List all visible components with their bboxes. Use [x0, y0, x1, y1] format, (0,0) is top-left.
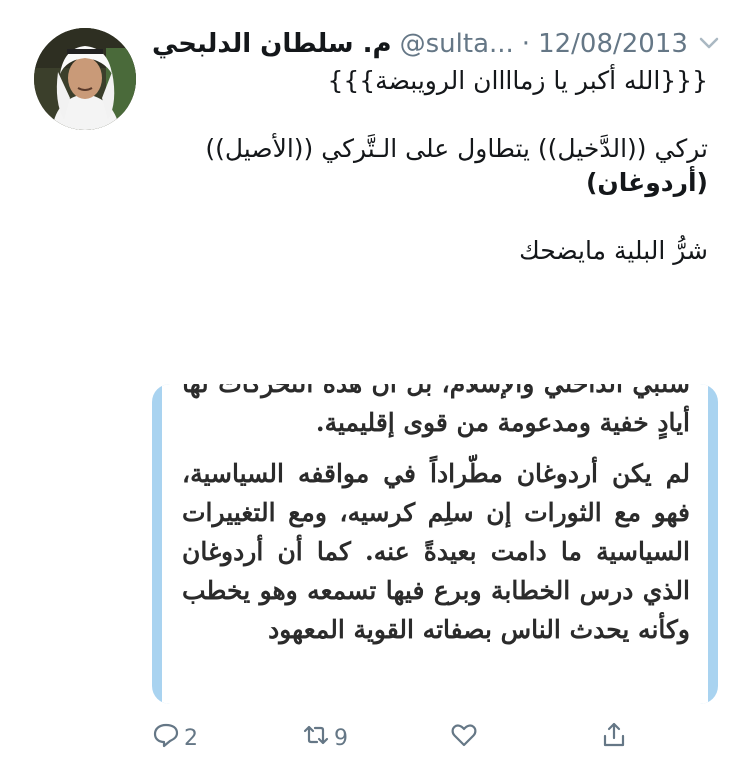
tweet-text-line: شرُّ البلية مايضحك — [519, 236, 708, 265]
tweet-text: {{{الله أكبر يا زماااان الرويبضة}}} تركي… — [148, 64, 708, 268]
tweet-date[interactable]: 12/08/2013 — [538, 29, 688, 59]
author-name[interactable]: م. سلطان الدلبحي — [152, 29, 392, 59]
tweet-media[interactable]: سلبي الداخلي والإسلام، بل أن هذه التحركا… — [152, 384, 718, 704]
like-button[interactable] — [450, 718, 478, 758]
share-button[interactable] — [600, 718, 628, 758]
scanned-paragraph: لم يكن أردوغان مطّراداً في مواقفه السياس… — [182, 459, 690, 644]
tweet-text-line: {{{الله أكبر يا زماااان الرويبضة}}} — [327, 66, 708, 95]
reply-button[interactable]: 2 — [152, 718, 198, 758]
scanned-text: سلبي الداخلي والإسلام، بل أن هذه التحركا… — [182, 384, 690, 661]
avatar-image — [34, 28, 136, 130]
scanned-paragraph: سلبي الداخلي والإسلام، بل أن هذه التحركا… — [182, 384, 690, 437]
retweet-icon — [302, 721, 330, 755]
tweet-text-line: تركي ((الدَّخيل)) يتطاول على الـتَّركي (… — [205, 134, 708, 163]
media-page: سلبي الداخلي والإسلام، بل أن هذه التحركا… — [162, 384, 708, 704]
separator-dot: · — [521, 29, 531, 59]
author-handle[interactable]: @sulta... — [400, 29, 514, 59]
heart-icon — [450, 721, 478, 755]
share-icon — [600, 721, 628, 755]
tweet-text-line: (أردوغان) — [586, 168, 708, 197]
avatar[interactable] — [34, 28, 136, 130]
tweet-actions: 2 9 — [152, 718, 718, 758]
tweet-header: م. سلطان الدلبحي @sulta... · 12/08/2013 — [152, 22, 722, 66]
retweet-button[interactable]: 9 — [302, 718, 348, 758]
chevron-down-icon[interactable] — [694, 28, 724, 58]
retweet-count: 9 — [334, 725, 348, 751]
reply-icon — [152, 721, 180, 755]
reply-count: 2 — [184, 725, 198, 751]
